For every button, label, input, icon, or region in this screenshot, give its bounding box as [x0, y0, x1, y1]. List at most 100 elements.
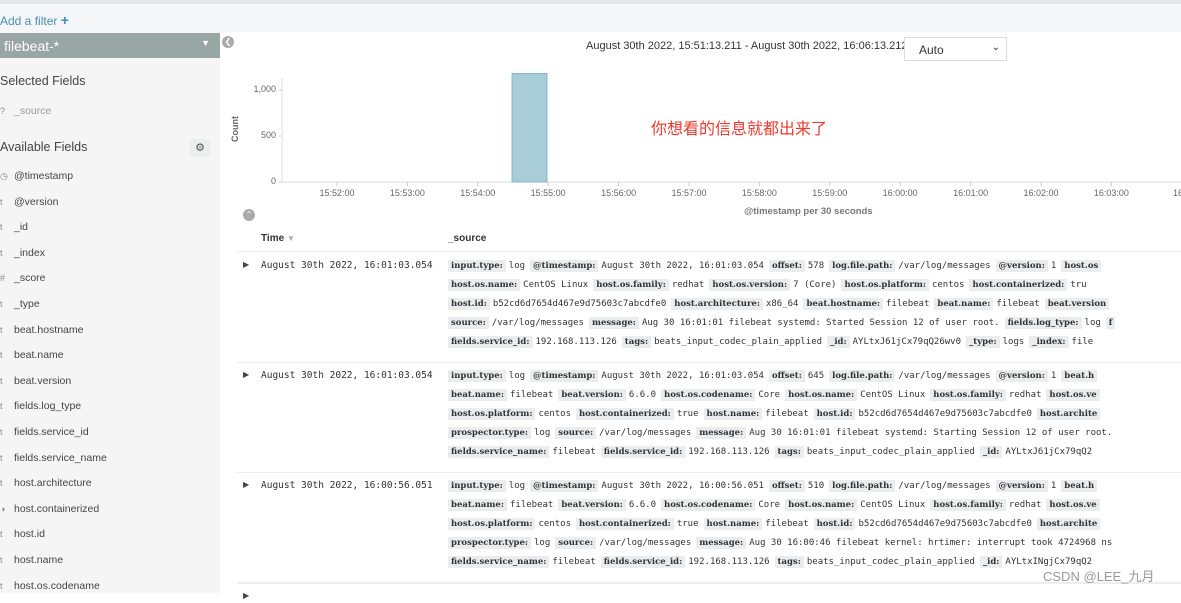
field-value: CentOS Linux — [523, 280, 589, 290]
expand-icon[interactable]: ▶ — [243, 260, 249, 269]
string-type-icon: t — [0, 580, 3, 591]
expand-icon[interactable]: ▶ — [243, 591, 249, 600]
field-name: _index — [14, 246, 45, 259]
document-line: source:/var/log/messages message: Aug 30 1… — [448, 315, 1181, 334]
field-item[interactable]: t fields.service_id — [0, 426, 89, 444]
field-value: Aug 30 16:01:01 filebeat systemd: Starti… — [749, 428, 1113, 438]
field-value: /var/log/messages — [599, 428, 692, 438]
field-value: 1 — [1050, 481, 1057, 491]
source-document: input.type: log @timestamp: August 30th 202… — [448, 258, 1181, 353]
y-tick-label: 0 — [270, 176, 276, 186]
field-key: beat.version: — [558, 499, 626, 511]
boolean-type-icon: ◑ — [0, 503, 6, 514]
field-value: beats_input_codec_plain_applied — [806, 557, 975, 567]
field-name: beat.hostname — [14, 323, 84, 336]
string-type-icon: t — [0, 350, 3, 361]
field-value: AYLtxJ61jCx79qQ26wv0 — [852, 337, 962, 347]
field-key: beat.hostname: — [803, 298, 884, 310]
field-value: log — [508, 481, 526, 491]
field-value: 192.168.113.126 — [688, 557, 770, 567]
field-key: input.type: — [448, 260, 506, 272]
field-key: host.os.version: — [709, 279, 791, 291]
field-value: August 30th 2022, 16:01:03.054 — [601, 371, 764, 381]
field-key: fields.service_id: — [600, 556, 686, 568]
annotation-text: 你想看的信息就都出来了 — [651, 121, 828, 138]
field-value: logs — [1002, 337, 1025, 347]
field-item[interactable]: t fields.service_name — [0, 452, 107, 470]
document-line: beat.name: filebeat beat.version: 6.6.0 host… — [448, 387, 1181, 406]
field-key: @version: — [995, 480, 1048, 492]
field-item[interactable]: ◑ host.containerized — [0, 503, 99, 521]
field-item[interactable]: t beat.version — [0, 375, 71, 393]
x-tick-label: 16:02:00 — [1023, 188, 1059, 198]
string-type-icon: t — [0, 324, 3, 335]
field-key: host.name: — [703, 518, 763, 530]
field-item[interactable]: t beat.name — [0, 349, 64, 367]
field-key: host.os.codename: — [661, 499, 756, 511]
number-type-icon: # — [0, 273, 6, 284]
source-column-header: _source — [448, 233, 487, 244]
field-value: 7 (Core) — [793, 280, 837, 290]
field-item[interactable]: t host.id — [0, 528, 45, 546]
document-line: fields.service_name: filebeat fields.servi… — [448, 444, 1181, 463]
field-key: prospector.type: — [448, 427, 532, 439]
x-tick-label: 15:58:00 — [741, 188, 777, 198]
table-header: Time ▼ _source — [237, 226, 1181, 252]
y-tick-label: 1,000 — [253, 84, 276, 94]
field-item[interactable]: t fields.log_type — [0, 400, 81, 418]
field-key: beat.h — [1061, 480, 1098, 492]
field-key: host.containerized: — [969, 279, 1068, 291]
field-item[interactable]: t beat.hostname — [0, 324, 83, 342]
field-item[interactable]: t _index — [0, 247, 45, 265]
field-value: /var/log/messages — [599, 538, 692, 548]
field-name: host.architecture — [14, 477, 92, 490]
field-key: offset: — [768, 480, 805, 492]
collapse-chart-icon[interactable]: ⌃ — [243, 209, 255, 221]
expand-icon[interactable]: ▶ — [243, 480, 249, 489]
table-row[interactable]: ▶ August 30th 2022, 16:00:56.051 input.typ… — [237, 473, 1181, 583]
field-key: _id: — [827, 336, 850, 348]
field-key: host.os.codename: — [661, 389, 756, 401]
field-value: beats_input_codec_plain_applied — [806, 447, 975, 457]
field-value: 578 — [807, 261, 825, 271]
field-key: input.type: — [448, 370, 506, 382]
field-key: tags: — [774, 446, 804, 458]
field-key: message: — [696, 537, 747, 549]
x-tick-label: 16:0 — [1173, 188, 1181, 198]
field-item[interactable]: t _type — [0, 298, 40, 316]
field-key: host.os.name: — [448, 279, 521, 291]
field-value: filebeat — [509, 500, 554, 510]
table-row[interactable]: ▶ August 30th 2022, 16:01:03.054 input.typ… — [237, 363, 1181, 473]
field-value: CentOS Linux — [860, 390, 926, 400]
field-value: August 30th 2022, 16:00:56.051 — [601, 481, 764, 491]
x-tick-label: 15:52:00 — [319, 188, 355, 198]
field-name: _type — [14, 298, 40, 310]
string-type-icon: t — [0, 529, 3, 540]
field-value: 192.168.113.126 — [535, 337, 617, 347]
document-line: beat.name: filebeat beat.version: 6.6.0 host… — [448, 497, 1181, 516]
field-name: host.id — [14, 528, 45, 541]
string-type-icon: t — [0, 452, 3, 463]
x-tick-label: 15:59:00 — [812, 188, 848, 198]
field-value: centos — [538, 519, 571, 529]
field-name: _score — [14, 272, 46, 285]
field-item[interactable]: # _score — [0, 272, 46, 290]
field-item[interactable]: t host.os.codename — [0, 580, 100, 598]
field-key: tags: — [774, 556, 804, 568]
row-time: August 30th 2022, 16:00:56.051 — [261, 480, 433, 491]
field-name: fields.service_id — [14, 426, 89, 438]
field-key: source: — [555, 537, 597, 549]
table-row[interactable]: ▶ August 30th 2022, 16:01:03.054 input.typ… — [237, 253, 1181, 363]
field-key: host.id: — [448, 298, 490, 310]
field-value: b52cd6d7654d467e9d75603c7abcdfe0 — [858, 409, 1032, 419]
field-key: _id: — [979, 556, 1003, 568]
field-key: fields.log_type: — [1004, 317, 1082, 329]
time-column-header[interactable]: Time ▼ — [261, 233, 295, 244]
field-item[interactable]: t host.name — [0, 554, 63, 572]
field-name: fields.log_type — [14, 400, 82, 413]
table-row[interactable]: ▶ — [237, 583, 1181, 603]
document-line: prospector.type: log source:/var/log/messa… — [448, 535, 1181, 554]
field-value: Aug 30 16:00:46 filebeat kernel: hrtimer… — [749, 538, 1113, 548]
field-item[interactable]: t host.architecture — [0, 477, 92, 495]
expand-icon[interactable]: ▶ — [243, 370, 249, 379]
